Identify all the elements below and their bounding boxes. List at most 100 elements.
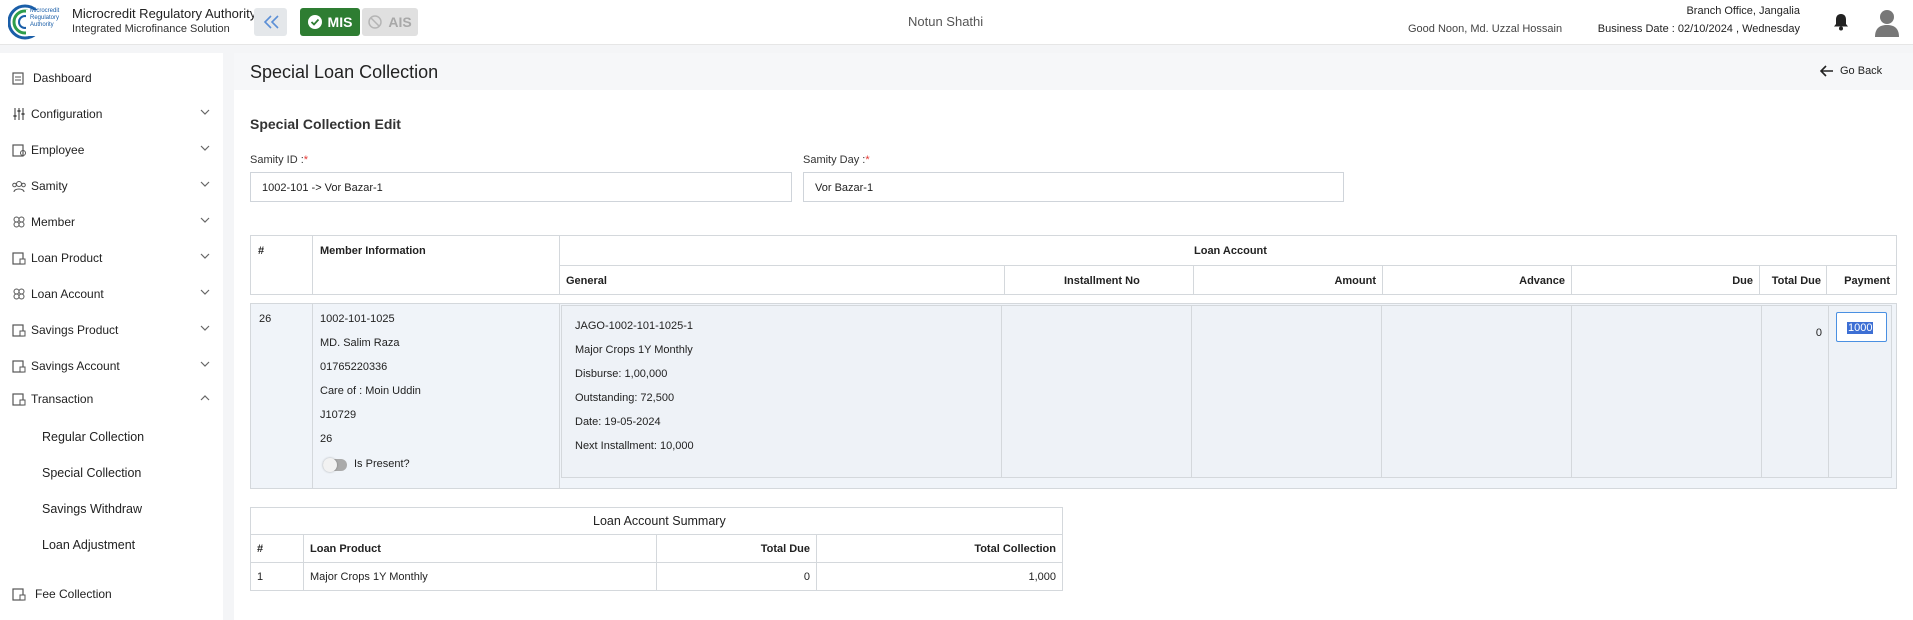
chevron-down-icon: [200, 253, 210, 259]
arrow-left-icon: [1820, 65, 1833, 77]
header-payment-cell: Payment: [1826, 265, 1897, 295]
summary-header-product: Loan Product: [310, 543, 381, 555]
summary-row-total-collection: 1,000: [1028, 571, 1056, 583]
header-amount-cell: Amount: [1193, 265, 1383, 295]
savings-product-icon: [12, 324, 26, 337]
summary-header-hash: #: [257, 543, 264, 555]
samity-id-label-text: Samity ID :: [250, 154, 304, 166]
sidebar-item-transaction[interactable]: Transaction: [0, 383, 223, 413]
loan-outstanding: Outstanding: 72,500: [575, 392, 675, 404]
branch-name: Branch Office, Jangalia: [1686, 5, 1800, 17]
sidebar-label: Loan Product: [31, 251, 103, 265]
loan-account-inner: JAGO-1002-101-1025-1 Major Crops 1Y Mont…: [561, 305, 1892, 478]
advance-cell: [1382, 306, 1572, 477]
amount-cell: [1192, 306, 1382, 477]
mis-button[interactable]: MIS: [300, 8, 360, 36]
payment-input[interactable]: 1000: [1836, 312, 1887, 342]
collapse-sidebar-button[interactable]: [254, 8, 287, 36]
summary-title-cell: Loan Account Summary: [250, 507, 1063, 535]
sidebar-subitem-loan-adjustment[interactable]: Loan Adjustment: [42, 538, 135, 552]
header-general-cell: General: [559, 265, 1005, 295]
header-loan-account: Loan Account: [1194, 245, 1267, 257]
business-date: Business Date : 02/10/2024 , Wednesday: [1597, 23, 1800, 35]
chevron-down-icon: [200, 325, 210, 331]
loan-code: JAGO-1002-101-1025-1: [575, 320, 694, 332]
member-code: 1002-101-1025: [320, 313, 395, 325]
notification-bell-icon[interactable]: [1833, 13, 1849, 34]
summary-row-hash: 1: [257, 571, 264, 583]
org-name: Microcredit Regulatory Authority: [72, 6, 257, 21]
user-avatar-icon[interactable]: [1874, 9, 1900, 40]
header-advance-cell: Advance: [1382, 265, 1572, 295]
is-present-toggle[interactable]: [323, 458, 347, 472]
go-back-button[interactable]: Go Back: [1820, 65, 1882, 77]
samity-day-label: Samity Day :*: [803, 154, 870, 166]
header-due: Due: [1732, 275, 1753, 287]
sidebar-subitem-special-collection[interactable]: Special Collection: [42, 466, 141, 480]
summary-header-total-due: Total Due: [760, 543, 810, 555]
samity-day-label-text: Samity Day :: [803, 154, 866, 166]
general-cell: JAGO-1002-101-1025-1 Major Crops 1Y Mont…: [562, 306, 1002, 477]
group-icon: [12, 181, 26, 193]
summary-header-total-collection-cell: Total Collection: [816, 534, 1063, 563]
sidebar-item-employee[interactable]: Employee: [0, 134, 223, 164]
samity-day-field[interactable]: Vor Bazar-1: [803, 172, 1344, 202]
sidebar-subitem-regular-collection[interactable]: Regular Collection: [42, 430, 144, 444]
header-member-info: Member Information: [320, 245, 426, 257]
employee-icon: [12, 144, 26, 157]
due-cell: [1572, 306, 1762, 477]
logo-text-3: Authority: [30, 22, 54, 28]
app-title: Notun Shathi: [908, 14, 984, 29]
loan-date: Date: 19-05-2024: [575, 416, 661, 428]
sidebar-item-samity[interactable]: Samity: [0, 170, 223, 200]
ais-button[interactable]: AIS: [362, 8, 418, 36]
chevron-down-icon: [200, 217, 210, 223]
collection-grid: # Member Information Loan Account Genera…: [250, 235, 1897, 489]
summary-header-hash-cell: #: [250, 534, 304, 563]
sidebar-item-savings-account[interactable]: Savings Account: [0, 350, 223, 380]
header-hash-cell: #: [250, 235, 313, 295]
header-loan-account-cell: Loan Account: [559, 235, 1897, 266]
org-subtitle: Integrated Microfinance Solution: [72, 23, 230, 35]
user-greeting: Good Noon, Md. Uzzal Hossain: [1408, 23, 1563, 35]
sidebar-label: Fee Collection: [35, 587, 112, 601]
member-number: 26: [320, 433, 333, 445]
member-care-of: Care of : Moin Uddin: [320, 385, 421, 397]
header-member-cell: Member Information: [312, 235, 560, 295]
fee-icon: [12, 588, 26, 601]
member-ref: J10729: [320, 409, 357, 421]
chevron-down-icon: [200, 109, 210, 115]
total-due-value: 0: [1815, 327, 1822, 339]
header-total-due-cell: Total Due: [1759, 265, 1827, 295]
sidebar-item-member[interactable]: Member: [0, 206, 223, 236]
header-advance: Advance: [1519, 275, 1565, 287]
loan-account-summary: Loan Account Summary # Loan Product Tota…: [250, 507, 1063, 596]
section-title: Special Collection Edit: [250, 116, 401, 132]
sidebar-label: Member: [31, 215, 76, 229]
sidebar-item-loan-account[interactable]: Loan Account: [0, 278, 223, 308]
loan-account-icon: [13, 288, 25, 300]
sidebar-label: Employee: [31, 143, 85, 157]
sidebar-item-configuration[interactable]: Configuration: [0, 98, 223, 128]
ais-label: AIS: [388, 14, 412, 30]
sidebar-subitem-savings-withdraw[interactable]: Savings Withdraw: [42, 502, 142, 516]
is-present-label: Is Present?: [354, 458, 410, 470]
samity-id-field[interactable]: 1002-101 -> Vor Bazar-1: [250, 172, 792, 202]
sidebar-item-dashboard[interactable]: Dashboard: [0, 62, 223, 92]
double-chevron-left-icon: [263, 15, 279, 29]
summary-row-hash-cell: 1: [250, 562, 304, 591]
header-installment-cell: Installment No: [1004, 265, 1194, 295]
sidebar-item-loan-product[interactable]: Loan Product: [0, 242, 223, 272]
go-back-label: Go Back: [1840, 65, 1883, 77]
samity-id-label: Samity ID :*: [250, 154, 308, 166]
sidebar-item-fee-collection[interactable]: Fee Collection: [0, 578, 223, 608]
summary-row-total-due-cell: 0: [656, 562, 817, 591]
sidebar-label: Loan Account: [31, 287, 104, 301]
chevron-up-icon: [200, 395, 210, 401]
header-general: General: [566, 275, 607, 287]
mis-label: MIS: [327, 14, 353, 30]
sidebar-item-savings-product[interactable]: Savings Product: [0, 314, 223, 344]
sidebar-label: Savings Account: [31, 359, 120, 373]
header-amount: Amount: [1334, 275, 1376, 287]
required-mark: *: [303, 154, 309, 166]
